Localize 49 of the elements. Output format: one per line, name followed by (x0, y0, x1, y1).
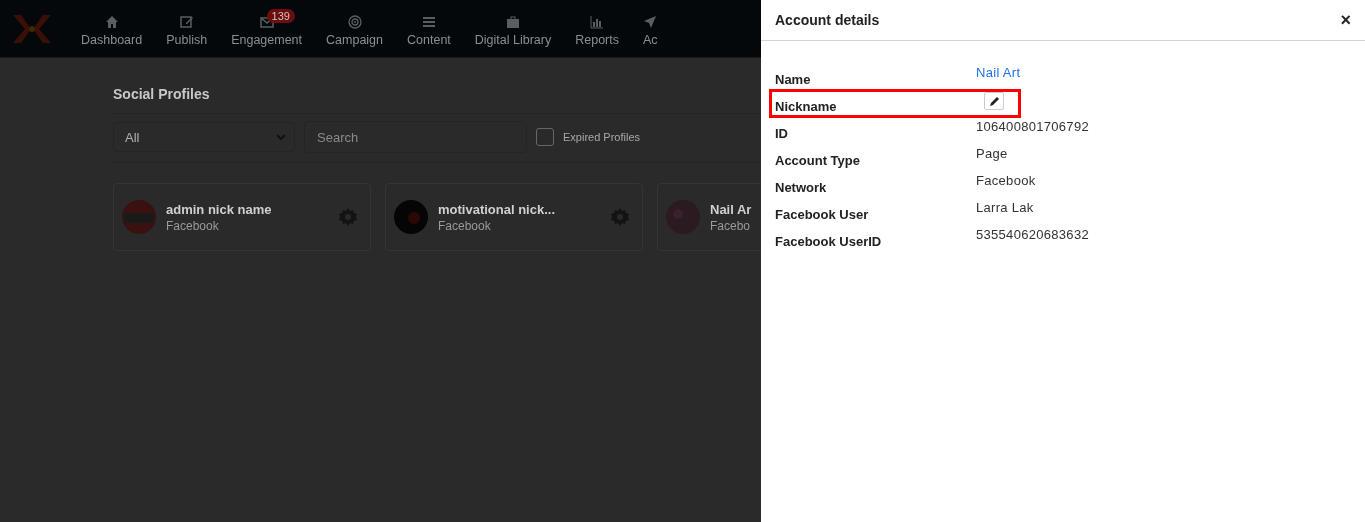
close-button[interactable]: × (1340, 9, 1351, 31)
field-value: Larra Lak (976, 199, 1034, 215)
nav-item[interactable]: Reports (563, 5, 631, 52)
field-label: Facebook User (775, 206, 870, 222)
checkbox[interactable] (536, 128, 554, 146)
home-icon (104, 15, 119, 29)
briefcase-icon (506, 15, 520, 29)
paper-plane-icon (643, 15, 658, 29)
avatar-icon (122, 200, 156, 234)
target-icon (347, 15, 362, 29)
profile-network: Facebo (710, 218, 752, 233)
bar-chart-icon (590, 15, 605, 29)
profile-name: motivational nick... (438, 201, 557, 217)
field-value: Facebook (976, 172, 1036, 188)
profile-network: Facebook (438, 218, 492, 233)
nav-item[interactable]: Dashboard (69, 5, 155, 52)
search-field[interactable]: Search (304, 121, 527, 153)
field-label: ID (775, 125, 789, 141)
field-label: Nickname (775, 98, 838, 114)
chevron-icon (276, 133, 286, 141)
profile-name: admin nick name (166, 201, 273, 217)
field-value: Page (976, 145, 1008, 161)
profile-name: Nail Ar (710, 201, 753, 217)
checkbox-label: Expired Profiles (563, 131, 641, 143)
count-badge: 139 (266, 9, 295, 23)
nav-item[interactable]: Engagement 139 (219, 5, 315, 52)
pencil-icon (988, 95, 1000, 107)
list-icon (421, 15, 436, 29)
nav-item[interactable]: Content (395, 5, 463, 52)
page-title: Social Profiles (113, 86, 761, 114)
field-label: Network (775, 179, 828, 195)
profile-network: Facebook (166, 218, 220, 233)
nav-item[interactable]: Campaign (314, 5, 396, 52)
name-link[interactable]: Nail Art (976, 63, 1021, 80)
nav-item[interactable]: Digital Library (462, 5, 564, 52)
panel-title: Account details (775, 12, 880, 28)
field-label: Facebook UserID (775, 233, 883, 249)
edit-icon (179, 15, 194, 29)
edit-button[interactable] (984, 92, 1004, 110)
field-label: Name (775, 71, 812, 87)
field-label: Account Type (775, 152, 861, 168)
nav-item[interactable]: Publish (154, 5, 220, 52)
network-select[interactable]: All (113, 122, 295, 152)
field-value: 106400801706792 (976, 118, 1089, 134)
nav-item[interactable]: Ac (631, 5, 670, 52)
avatar-icon (394, 200, 428, 234)
profile-card[interactable]: admin nick name Facebook (113, 183, 371, 251)
field-value: 535540620683632 (976, 226, 1089, 242)
profile-card[interactable]: motivational nick... Facebook (385, 183, 643, 251)
